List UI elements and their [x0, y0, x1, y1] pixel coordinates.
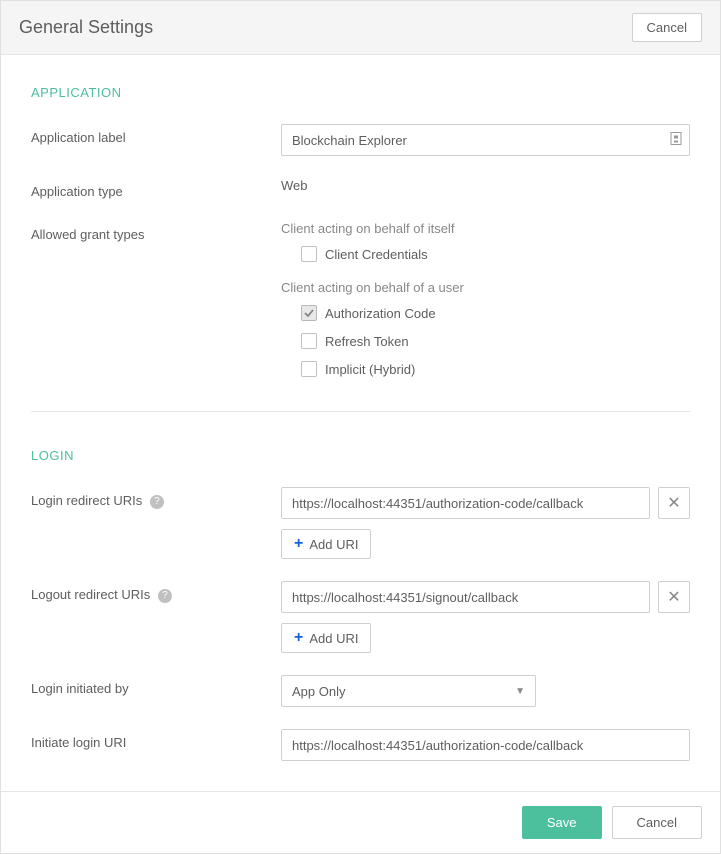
- panel-body: APPLICATION Application label Applicatio…: [1, 55, 720, 791]
- section-title-login: LOGIN: [31, 448, 690, 463]
- general-settings-panel: General Settings Cancel APPLICATION Appl…: [0, 0, 721, 854]
- cancel-button-footer[interactable]: Cancel: [612, 806, 702, 839]
- panel-header: General Settings Cancel: [1, 1, 720, 55]
- field-label: Application label: [31, 124, 281, 145]
- grant-refresh-token[interactable]: Refresh Token: [281, 333, 690, 349]
- login-initiated-by-select[interactable]: App Only ▼: [281, 675, 536, 707]
- plus-icon: +: [294, 630, 303, 646]
- cancel-button-header[interactable]: Cancel: [632, 13, 702, 42]
- add-logout-uri-button[interactable]: + Add URI: [281, 623, 371, 653]
- section-divider: [31, 411, 690, 412]
- help-icon[interactable]: ?: [158, 589, 172, 603]
- grant-group-user: Client acting on behalf of a user: [281, 280, 690, 295]
- chevron-down-icon: ▼: [515, 686, 525, 697]
- field-label: Initiate login URI: [31, 729, 281, 750]
- close-icon: ✕: [667, 587, 680, 607]
- row-grant-types: Allowed grant types Client acting on beh…: [31, 221, 690, 389]
- grant-label: Refresh Token: [325, 334, 409, 349]
- grant-authorization-code[interactable]: Authorization Code: [281, 305, 690, 321]
- grant-label: Client Credentials: [325, 247, 428, 262]
- save-button[interactable]: Save: [522, 806, 602, 839]
- row-application-label: Application label: [31, 124, 690, 156]
- field-label: Application type: [31, 178, 281, 199]
- select-value: App Only: [292, 684, 345, 699]
- plus-icon: +: [294, 536, 303, 552]
- grant-label: Authorization Code: [325, 306, 436, 321]
- logout-redirect-uri-input[interactable]: [281, 581, 650, 613]
- remove-uri-button[interactable]: ✕: [658, 487, 690, 519]
- row-application-type: Application type Web: [31, 178, 690, 199]
- row-login-initiated-by: Login initiated by App Only ▼: [31, 675, 690, 707]
- login-redirect-uri-input[interactable]: [281, 487, 650, 519]
- section-title-application: APPLICATION: [31, 85, 690, 100]
- autofill-icon: [670, 132, 682, 149]
- grant-label: Implicit (Hybrid): [325, 362, 415, 377]
- checkbox-checked-icon: [301, 305, 317, 321]
- help-icon[interactable]: ?: [150, 495, 164, 509]
- application-label-input[interactable]: [281, 124, 690, 156]
- grant-implicit[interactable]: Implicit (Hybrid): [281, 361, 690, 377]
- checkbox-unchecked-icon: [301, 361, 317, 377]
- checkbox-unchecked-icon: [301, 246, 317, 262]
- initiate-login-uri-input[interactable]: [281, 729, 690, 761]
- field-label: Logout redirect URIs ?: [31, 581, 281, 603]
- field-label: Login redirect URIs ?: [31, 487, 281, 509]
- page-title: General Settings: [19, 17, 153, 38]
- panel-footer: Save Cancel: [1, 791, 720, 853]
- add-login-uri-button[interactable]: + Add URI: [281, 529, 371, 559]
- row-initiate-login-uri: Initiate login URI: [31, 729, 690, 761]
- remove-uri-button[interactable]: ✕: [658, 581, 690, 613]
- field-label: Login initiated by: [31, 675, 281, 696]
- row-login-redirect: Login redirect URIs ? ✕ + Add URI: [31, 487, 690, 559]
- grant-client-credentials[interactable]: Client Credentials: [281, 246, 690, 262]
- row-logout-redirect: Logout redirect URIs ? ✕ + Add URI: [31, 581, 690, 653]
- field-label: Allowed grant types: [31, 221, 281, 242]
- application-type-value: Web: [281, 178, 690, 193]
- grant-group-self: Client acting on behalf of itself: [281, 221, 690, 236]
- checkbox-unchecked-icon: [301, 333, 317, 349]
- close-icon: ✕: [667, 493, 680, 513]
